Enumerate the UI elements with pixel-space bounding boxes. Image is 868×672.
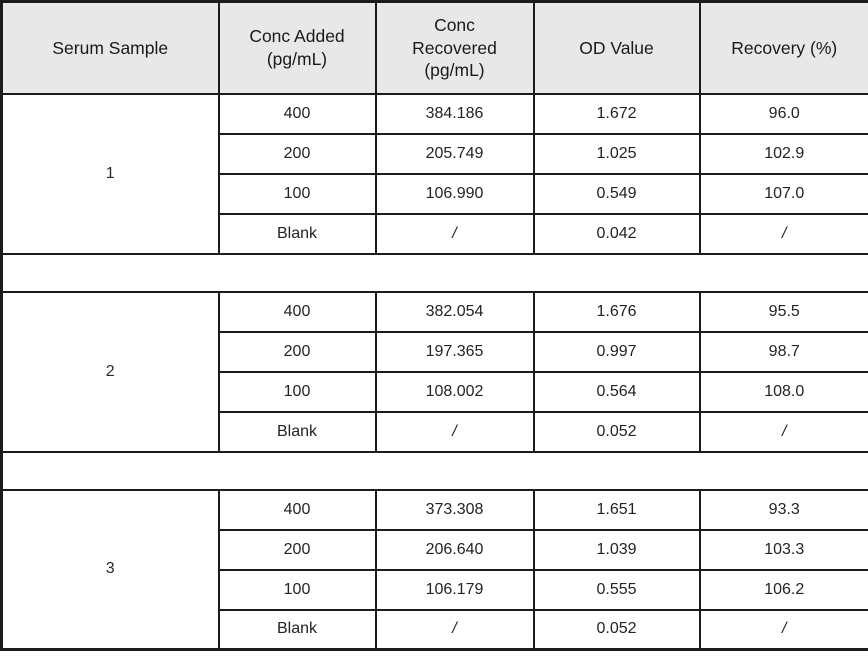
cell-conc-added: Blank	[217, 608, 377, 651]
cell-recovery-pct: 95.5	[698, 290, 868, 333]
column-header-conc-recovered-line1: Conc	[434, 15, 475, 36]
cell-od-value: 1.651	[532, 488, 701, 531]
cell-recovery-pct: 106.2	[698, 568, 868, 611]
recovery-table-container: Serum Sample Conc Added (pg/mL) Conc Rec…	[0, 0, 868, 672]
cell-conc-recovered: 108.002	[374, 370, 535, 413]
block-spacer-cell	[0, 252, 868, 293]
cell-conc-recovered: /	[374, 608, 535, 651]
column-header-recovery-pct: Recovery (%)	[698, 0, 868, 95]
cell-od-value: 1.025	[532, 132, 701, 175]
cell-conc-recovered: /	[374, 410, 535, 453]
cell-recovery-pct: /	[698, 608, 868, 651]
cell-conc-added: 100	[217, 370, 377, 413]
cell-od-value: 0.052	[532, 608, 701, 651]
cell-conc-added: Blank	[217, 410, 377, 453]
column-header-conc-recovered-line2: Recovered	[412, 37, 497, 58]
cell-conc-recovered: 197.365	[374, 330, 535, 373]
cell-conc-recovered: 382.054	[374, 290, 535, 333]
cell-conc-added: Blank	[217, 212, 377, 255]
cell-conc-recovered: 106.179	[374, 568, 535, 611]
table-row: 1 400 384.186 1.672 96.0	[0, 92, 868, 255]
cell-conc-added: 400	[217, 92, 377, 135]
table-row: 3 400 373.308 1.651 93.3	[0, 488, 868, 651]
cell-od-value: 1.672	[532, 92, 701, 135]
cell-conc-added: 100	[217, 172, 377, 215]
column-header-conc-recovered-line3: (pg/mL)	[424, 59, 485, 80]
cell-recovery-pct: 98.7	[698, 330, 868, 373]
cell-recovery-pct: 102.9	[698, 132, 868, 175]
column-header-serum-sample: Serum Sample	[0, 0, 220, 95]
cell-od-value: 0.549	[532, 172, 701, 215]
cell-od-value: 0.564	[532, 370, 701, 413]
cell-recovery-pct: /	[698, 212, 868, 255]
cell-od-value: 0.042	[532, 212, 701, 255]
cell-conc-recovered: 205.749	[374, 132, 535, 175]
cell-conc-recovered: 384.186	[374, 92, 535, 135]
cell-conc-recovered: 106.990	[374, 172, 535, 215]
column-header-conc-added-line1: Conc Added	[249, 26, 345, 47]
block-spacer-cell	[0, 450, 868, 491]
cell-recovery-pct: /	[698, 410, 868, 453]
column-header-conc-added: Conc Added (pg/mL)	[217, 0, 377, 95]
block-spacer-row	[0, 252, 868, 293]
column-header-conc-added-line2: (pg/mL)	[266, 48, 328, 69]
column-header-od-value: OD Value	[532, 0, 701, 95]
cell-conc-added: 100	[217, 568, 377, 611]
sample-label-cell: 3	[0, 488, 220, 651]
cell-od-value: 0.052	[532, 410, 701, 453]
table-row: 2 400 382.054 1.676 95.5	[0, 290, 868, 453]
sample-label-cell: 1	[0, 92, 220, 255]
cell-od-value: 0.555	[532, 568, 701, 611]
cell-od-value: 1.039	[532, 528, 701, 571]
cell-conc-recovered: /	[374, 212, 535, 255]
table-body: 1 400 384.186 1.672 96.0 200 205.749 1.0…	[0, 92, 868, 651]
cell-conc-added: 200	[217, 330, 377, 373]
cell-conc-added: 200	[217, 528, 377, 571]
table-header: Serum Sample Conc Added (pg/mL) Conc Rec…	[0, 0, 868, 95]
column-header-conc-recovered: Conc Recovered (pg/mL)	[374, 0, 535, 95]
cell-recovery-pct: 108.0	[698, 370, 868, 413]
cell-conc-added: 200	[217, 132, 377, 175]
serum-recovery-table: Serum Sample Conc Added (pg/mL) Conc Rec…	[0, 0, 868, 651]
cell-conc-recovered: 206.640	[374, 528, 535, 571]
cell-conc-recovered: 373.308	[374, 488, 535, 531]
cell-od-value: 0.997	[532, 330, 701, 373]
cell-recovery-pct: 96.0	[698, 92, 868, 135]
cell-conc-added: 400	[217, 290, 377, 333]
cell-recovery-pct: 93.3	[698, 488, 868, 531]
cell-recovery-pct: 103.3	[698, 528, 868, 571]
cell-conc-added: 400	[217, 488, 377, 531]
cell-recovery-pct: 107.0	[698, 172, 868, 215]
header-row: Serum Sample Conc Added (pg/mL) Conc Rec…	[0, 0, 868, 95]
sample-label-cell: 2	[0, 290, 220, 453]
block-spacer-row	[0, 450, 868, 491]
cell-od-value: 1.676	[532, 290, 701, 333]
